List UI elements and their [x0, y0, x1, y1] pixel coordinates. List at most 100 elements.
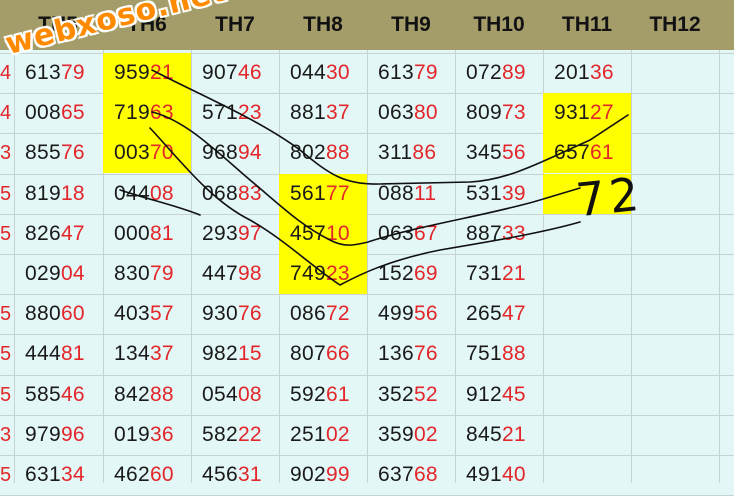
number-head: 063: [378, 222, 414, 245]
table-cell: [631, 254, 719, 294]
number-head: 201: [554, 61, 590, 84]
table-cell: 81918: [14, 174, 103, 214]
table-cell: 05408: [191, 375, 279, 415]
number-head: 819: [25, 182, 61, 205]
table-cell: 96894: [191, 133, 279, 173]
table-cell: [631, 133, 719, 173]
number-tail: 15: [237, 342, 262, 365]
number-tail: 79: [60, 61, 85, 84]
table-cell: 65761: [543, 133, 631, 173]
number-head: 561: [290, 182, 326, 205]
number-tail: 69: [413, 262, 438, 285]
table-cell: 74923: [279, 254, 367, 294]
number-tail: 39: [501, 182, 526, 205]
number-tail: 47: [60, 222, 85, 245]
table-cell: 88733: [455, 214, 543, 254]
table-cell: 59261: [279, 375, 367, 415]
number-tail: 22: [237, 423, 262, 446]
number-tail: 88: [501, 342, 526, 365]
number-tail: 27: [589, 101, 614, 124]
table-cell: 88137: [279, 93, 367, 133]
table-cell: 13676: [367, 334, 455, 374]
table-cell: 58222: [191, 415, 279, 455]
number-head: 826: [25, 222, 61, 245]
column-header: TH8: [303, 13, 343, 36]
table-cell: 95921: [103, 53, 191, 93]
table-cell: 61379: [367, 53, 455, 93]
number-head: 054: [202, 383, 238, 406]
column-header: TH12: [649, 13, 701, 36]
table-cell: 88060: [14, 294, 103, 334]
number-tail: 21: [149, 61, 174, 84]
number-tail: 52: [413, 383, 438, 406]
number-tail: 72: [325, 302, 350, 325]
table-cell: 31186: [367, 133, 455, 173]
table-cell: 63768: [367, 455, 455, 495]
number-head: 063: [378, 101, 414, 124]
number-head: 571: [202, 101, 238, 124]
table-cell: 49956: [367, 294, 455, 334]
table-cell: 26547: [455, 294, 543, 334]
number-tail: 86: [412, 141, 437, 164]
number-head: 855: [25, 141, 61, 164]
number-head: 751: [466, 342, 502, 365]
number-tail: 47: [501, 302, 526, 325]
table-cell: [631, 93, 719, 133]
number-tail: 36: [149, 423, 174, 446]
number-tail: 11: [413, 182, 437, 205]
number-head: 265: [466, 302, 502, 325]
table-cell: 82647: [14, 214, 103, 254]
number-head: 968: [202, 141, 238, 164]
number-tail: 08: [237, 383, 262, 406]
number-head: 809: [466, 101, 502, 124]
table-cell: 40357: [103, 294, 191, 334]
table-cell: 46260: [103, 455, 191, 495]
column-header: TH6: [127, 13, 167, 36]
number-tail: 96: [60, 423, 85, 446]
number-tail: 81: [60, 342, 85, 365]
number-head: 907: [202, 61, 238, 84]
number-head: 444: [25, 342, 61, 365]
table-cell: [543, 375, 631, 415]
number-tail: 81: [149, 222, 174, 245]
table-cell: 97996: [14, 415, 103, 455]
number-head: 731: [466, 262, 502, 285]
table-cell: 93076: [191, 294, 279, 334]
table-cell: 35902: [367, 415, 455, 455]
table-cell: 15269: [367, 254, 455, 294]
number-tail: 76: [237, 302, 262, 325]
table-cell: 58546: [14, 375, 103, 415]
number-head: 136: [378, 342, 414, 365]
clipped-edge-digit: 4: [0, 102, 12, 124]
clipped-edge-digit: 5: [0, 303, 12, 325]
number-tail: 67: [413, 222, 438, 245]
number-tail: 88: [325, 141, 350, 164]
number-head: 830: [114, 262, 150, 285]
number-head: 842: [114, 383, 150, 406]
number-head: 613: [378, 61, 414, 84]
number-tail: 79: [413, 61, 438, 84]
number-tail: 66: [325, 342, 350, 365]
table-cell: 20136: [543, 53, 631, 93]
number-tail: 23: [237, 101, 262, 124]
table-cell: 07289: [455, 53, 543, 93]
number-tail: 36: [589, 61, 614, 84]
table-cell: [543, 294, 631, 334]
table-cell: 61379: [14, 53, 103, 93]
number-head: 979: [25, 423, 61, 446]
number-tail: 94: [237, 141, 262, 164]
number-head: 044: [114, 182, 150, 205]
table-cell: [543, 174, 631, 214]
table-cell: [543, 254, 631, 294]
table-cell: 35252: [367, 375, 455, 415]
number-head: 003: [114, 141, 150, 164]
table-cell: 45710: [279, 214, 367, 254]
number-head: 613: [25, 61, 61, 84]
number-tail: 02: [325, 423, 350, 446]
table-cell: 84288: [103, 375, 191, 415]
number-tail: 61: [325, 383, 350, 406]
table-cell: 93127: [543, 93, 631, 133]
number-head: 931: [554, 101, 590, 124]
number-tail: 45: [501, 383, 526, 406]
table-cell: 04430: [279, 53, 367, 93]
